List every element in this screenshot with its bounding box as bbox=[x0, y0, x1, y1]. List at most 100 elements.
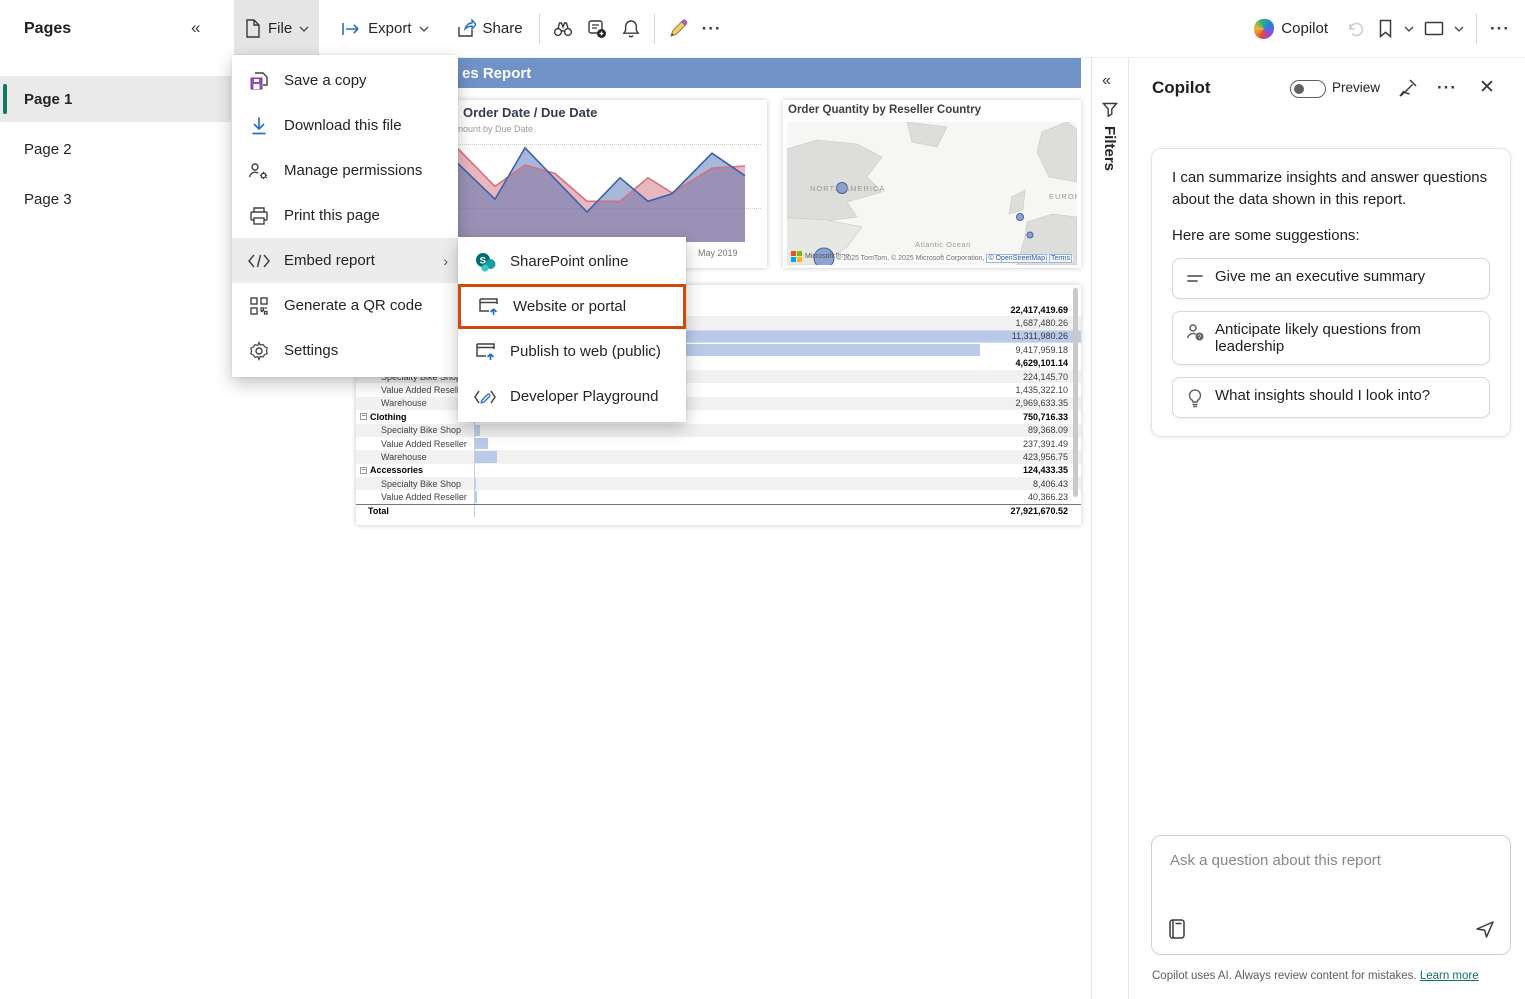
terms-link[interactable]: Terms bbox=[1049, 254, 1072, 263]
sidebar-item-page-1[interactable]: Page 1 bbox=[0, 76, 231, 122]
row-label: Total bbox=[356, 505, 474, 517]
suggestion-anticipate-questions[interactable]: ? Anticipate likely questions from leade… bbox=[1172, 311, 1490, 365]
prompt-guide-book-icon[interactable] bbox=[1168, 918, 1186, 940]
row-value: 4,629,101.14 bbox=[1015, 358, 1068, 368]
menu-item-label: Download this file bbox=[284, 117, 402, 134]
map-bubble[interactable] bbox=[1027, 232, 1033, 238]
x-axis-tick-label: May 2019 bbox=[698, 248, 738, 258]
page-label: Page 2 bbox=[24, 141, 72, 158]
row-value-cell: 40,366.23 bbox=[474, 490, 1081, 503]
submenu-item-website-or-portal[interactable]: Website or portal bbox=[458, 284, 686, 329]
map-visual[interactable]: Order Quantity by Reseller Country NORTH… bbox=[783, 100, 1081, 268]
chevron-down-icon bbox=[419, 26, 429, 32]
matrix-scrollbar[interactable] bbox=[1073, 288, 1078, 497]
row-value: 750,716.33 bbox=[1023, 412, 1068, 422]
add-comment-icon[interactable] bbox=[580, 0, 614, 58]
pages-sidebar: Pages « Page 1 Page 2 Page 3 bbox=[0, 0, 233, 999]
sidebar-item-page-2[interactable]: Page 2 bbox=[0, 126, 231, 172]
people-gear-icon bbox=[248, 161, 270, 181]
row-value: 22,417,419.69 bbox=[1010, 305, 1068, 315]
top-toolbar: File Export Share ··· C bbox=[232, 0, 1525, 58]
expand-filters-icon[interactable]: « bbox=[1102, 72, 1111, 90]
clear-chat-broom-icon[interactable] bbox=[1397, 77, 1419, 99]
table-row[interactable]: Total 27,921,670.52 bbox=[356, 504, 1081, 517]
submenu-item-publish-to-web[interactable]: Publish to web (public) bbox=[458, 329, 686, 374]
menu-item-settings[interactable]: Settings bbox=[232, 328, 458, 373]
qr-code-icon bbox=[248, 296, 270, 316]
copilot-toolbar-button[interactable]: Copilot bbox=[1244, 0, 1338, 58]
toggle-knob bbox=[1294, 84, 1304, 94]
filters-pane-label[interactable]: Filters bbox=[1101, 126, 1118, 171]
share-button[interactable]: Share bbox=[447, 0, 533, 58]
map-label-atlantic-ocean: Atlantic Ocean bbox=[915, 240, 971, 249]
collapse-minus-icon[interactable]: − bbox=[360, 413, 367, 420]
embed-code-icon bbox=[248, 254, 270, 268]
row-value: 89,368.09 bbox=[1028, 425, 1068, 435]
close-copilot-icon[interactable]: ✕ bbox=[1479, 76, 1495, 99]
menu-item-generate-qr-code[interactable]: Generate a QR code bbox=[232, 283, 458, 328]
view-mode-chevron-icon[interactable] bbox=[1448, 0, 1470, 58]
row-value: 237,391.49 bbox=[1023, 439, 1068, 449]
reset-undo-icon[interactable] bbox=[1338, 0, 1372, 58]
toolbar-divider bbox=[654, 14, 655, 44]
submenu-item-developer-playground[interactable]: Developer Playground bbox=[458, 374, 686, 419]
more-options-icon[interactable]: ··· bbox=[695, 0, 729, 58]
summary-lines-icon bbox=[1185, 269, 1205, 289]
developer-playground-icon bbox=[474, 389, 496, 405]
map-attribution: © 2025 TomTom, © 2025 Microsoft Corporat… bbox=[835, 255, 1073, 262]
menu-item-label: Save a copy bbox=[284, 72, 367, 89]
report-title-text: es Report bbox=[462, 65, 531, 82]
data-bar bbox=[475, 478, 476, 489]
map-copyright-text: © 2025 TomTom, © 2025 Microsoft Corporat… bbox=[836, 255, 984, 262]
menu-item-print-this-page[interactable]: Print this page bbox=[232, 193, 458, 238]
filter-funnel-icon[interactable] bbox=[1102, 102, 1118, 117]
edit-pencil-icon[interactable] bbox=[661, 0, 695, 58]
menu-item-manage-permissions[interactable]: Manage permissions bbox=[232, 148, 458, 193]
row-value: 124,433.35 bbox=[1023, 465, 1068, 475]
map-label-north-america: NORTH AMERICA bbox=[810, 184, 885, 193]
page-label: Page 3 bbox=[24, 191, 72, 208]
copilot-intro-card: I can summarize insights and answer ques… bbox=[1151, 148, 1511, 437]
menu-item-embed-report[interactable]: Embed report › bbox=[232, 238, 458, 283]
table-row[interactable]: Specialty Bike Shop8,406.43 bbox=[356, 477, 1081, 490]
learn-more-link[interactable]: Learn more bbox=[1420, 970, 1479, 982]
svg-text:S: S bbox=[480, 255, 486, 266]
subscribe-bell-icon[interactable] bbox=[614, 0, 648, 58]
openstreetmap-link[interactable]: © OpenStreetMap bbox=[986, 254, 1047, 263]
collapse-pages-panel-icon[interactable]: « bbox=[191, 18, 200, 38]
sharepoint-icon: S bbox=[474, 252, 496, 272]
data-bar bbox=[475, 438, 488, 449]
explore-binoculars-icon[interactable] bbox=[546, 0, 580, 58]
table-row[interactable]: Warehouse423,956.75 bbox=[356, 450, 1081, 463]
suggestion-executive-summary[interactable]: Give me an executive summary bbox=[1172, 258, 1490, 299]
file-menu-button[interactable]: File bbox=[234, 0, 319, 58]
map-area: NORTH AMERICA EUROF Atlantic Ocean Micro… bbox=[787, 122, 1077, 265]
selected-page-accent-bar bbox=[3, 84, 7, 114]
collapse-minus-icon[interactable]: − bbox=[360, 467, 367, 474]
copilot-question-input[interactable]: Ask a question about this report bbox=[1151, 835, 1511, 955]
map-bubble[interactable] bbox=[1017, 214, 1024, 221]
send-icon[interactable] bbox=[1474, 918, 1496, 940]
preview-toggle[interactable] bbox=[1290, 80, 1326, 98]
submenu-item-sharepoint-online[interactable]: S SharePoint online bbox=[458, 239, 686, 284]
row-value: 1,687,480.26 bbox=[1015, 318, 1068, 328]
table-row[interactable]: Specialty Bike Shop89,368.09 bbox=[356, 424, 1081, 437]
view-mode-icon[interactable] bbox=[1420, 0, 1448, 58]
suggestion-what-insights[interactable]: What insights should I look into? bbox=[1172, 377, 1490, 418]
sidebar-item-page-3[interactable]: Page 3 bbox=[0, 176, 231, 222]
share-icon bbox=[457, 19, 476, 38]
settings-gear-icon bbox=[248, 341, 270, 361]
table-row[interactable]: Value Added Reseller40,366.23 bbox=[356, 490, 1081, 503]
table-row[interactable]: −Accessories124,433.35 bbox=[356, 464, 1081, 477]
bookmark-icon[interactable] bbox=[1372, 0, 1398, 58]
table-row[interactable]: Value Added Reseller237,391.49 bbox=[356, 437, 1081, 450]
toolbar-overflow-icon[interactable]: ··· bbox=[1483, 0, 1517, 58]
export-menu-button[interactable]: Export bbox=[331, 0, 438, 58]
menu-item-save-a-copy[interactable]: Save a copy bbox=[232, 58, 458, 103]
bookmark-chevron-icon[interactable] bbox=[1398, 0, 1420, 58]
row-value-cell: 423,956.75 bbox=[474, 450, 1081, 463]
row-value-cell: 124,433.35 bbox=[474, 464, 1081, 477]
copilot-more-options-icon[interactable]: ··· bbox=[1437, 78, 1457, 98]
row-value: 27,921,670.52 bbox=[1010, 506, 1068, 516]
menu-item-download-this-file[interactable]: Download this file bbox=[232, 103, 458, 148]
